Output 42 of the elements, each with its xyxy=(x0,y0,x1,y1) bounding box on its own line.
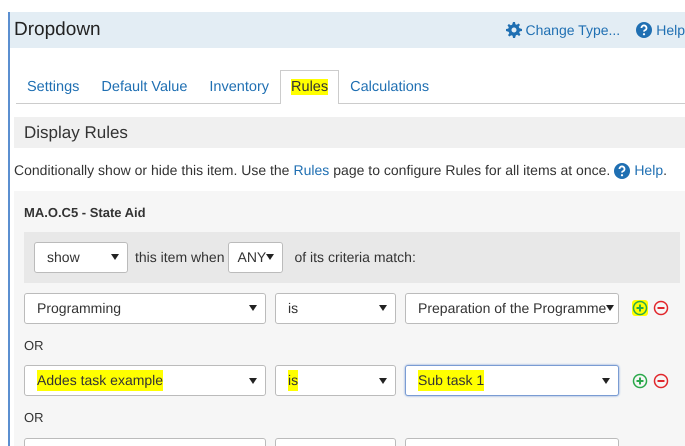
caret-icon xyxy=(379,378,387,384)
caret-icon xyxy=(111,254,119,260)
group-title: MA.O.C5 - State Aid xyxy=(24,204,147,222)
action-select[interactable]: show xyxy=(34,242,128,272)
criteria-text: this item when xyxy=(135,248,224,266)
tab[interactable]: Settings xyxy=(16,70,90,104)
caret-icon xyxy=(266,254,274,260)
change-type-link[interactable]: Change Type... xyxy=(506,20,620,40)
rules-link[interactable]: Rules xyxy=(293,160,330,181)
tab[interactable]: Default Value xyxy=(90,70,198,104)
add-icon[interactable] xyxy=(632,372,648,388)
value-select[interactable]: Sub task 1 xyxy=(405,365,619,396)
tab[interactable]: Inventory xyxy=(198,70,280,104)
or-label: OR xyxy=(24,336,44,354)
tab[interactable]: Calculations xyxy=(339,70,440,104)
caret-icon xyxy=(606,305,614,311)
help-icon xyxy=(614,162,630,178)
description-text: page to configure Rules for all items at once. xyxy=(333,161,610,180)
or-label: OR xyxy=(24,409,44,427)
description-text: Conditionally show or hide this item. Use the xyxy=(14,161,290,180)
caret-icon xyxy=(602,378,610,384)
window-title: Dropdown xyxy=(14,18,101,42)
section-title: Display Rules xyxy=(14,117,685,148)
criteria-text: of its criteria match: xyxy=(294,248,416,266)
match-select[interactable]: ANY xyxy=(228,242,284,272)
field-select[interactable]: Programming xyxy=(24,292,266,324)
caret-icon xyxy=(249,378,257,384)
period-text: . xyxy=(663,161,667,180)
caret-icon xyxy=(249,305,257,311)
value-select[interactable]: Preparation of the Programme xyxy=(405,292,619,324)
tab[interactable]: Rules xyxy=(280,70,340,104)
settings-icon xyxy=(506,22,522,38)
operator-select[interactable]: is xyxy=(275,292,396,324)
help-link[interactable]: Help xyxy=(614,160,664,181)
help-link[interactable]: Help xyxy=(636,20,685,40)
remove-icon[interactable] xyxy=(653,372,669,388)
help-icon xyxy=(636,22,652,38)
add-icon[interactable] xyxy=(632,300,648,316)
operator-select[interactable]: is xyxy=(275,365,396,396)
caret-icon xyxy=(379,305,387,311)
field-select[interactable]: Addes task example xyxy=(24,365,266,396)
remove-icon[interactable] xyxy=(653,300,669,316)
